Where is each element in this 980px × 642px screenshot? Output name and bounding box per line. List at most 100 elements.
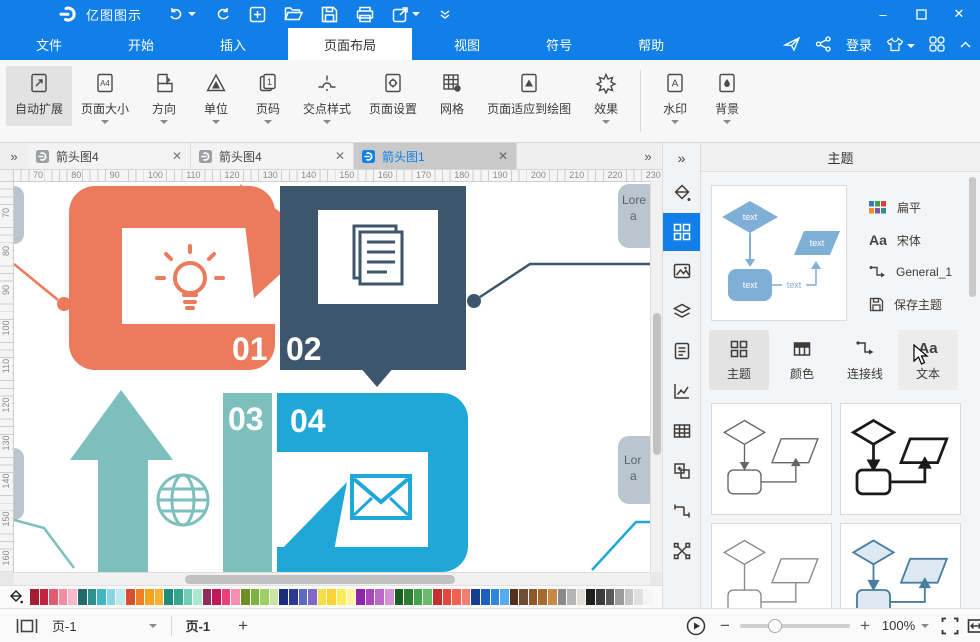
color-swatch[interactable] [481, 589, 490, 605]
open-file-button[interactable] [280, 4, 307, 24]
layers-tool[interactable] [663, 291, 701, 331]
color-swatch[interactable] [155, 589, 164, 605]
zoom-in-button[interactable]: + [860, 616, 870, 636]
color-swatch[interactable] [596, 589, 605, 605]
panel-tab-color[interactable]: 颜色 [772, 330, 832, 390]
color-swatch[interactable] [337, 589, 346, 605]
panel-tab-connector[interactable]: 连接线 [835, 330, 895, 390]
customize-toolbar-button[interactable] [434, 5, 456, 23]
color-swatch[interactable] [241, 589, 250, 605]
color-swatch[interactable] [366, 589, 375, 605]
color-swatch[interactable] [164, 589, 173, 605]
panel-tab-theme[interactable]: 主题 [709, 330, 769, 390]
color-swatch[interactable] [644, 589, 653, 605]
tabs-scroll-left-button[interactable]: » [0, 143, 28, 169]
color-swatch[interactable] [88, 589, 97, 605]
color-swatch[interactable] [107, 589, 116, 605]
export-button[interactable] [388, 4, 424, 25]
color-swatch[interactable] [510, 589, 519, 605]
collapse-ribbon-button[interactable] [959, 40, 972, 49]
color-swatch[interactable] [577, 589, 586, 605]
menu-insert[interactable]: 插入 [196, 28, 270, 60]
color-swatch[interactable] [212, 589, 221, 605]
theme-tool-active[interactable] [663, 213, 701, 251]
page-tab-active[interactable]: 页-1 [186, 616, 211, 635]
fit-width-button[interactable] [967, 617, 980, 635]
redo-button[interactable] [210, 4, 235, 24]
color-swatch[interactable] [462, 589, 471, 605]
color-swatch[interactable] [471, 589, 480, 605]
theme-thumbnail-4[interactable] [840, 523, 961, 608]
color-swatch[interactable] [327, 589, 336, 605]
theme-connector-option[interactable]: General_1 [869, 260, 952, 284]
presentation-play-button[interactable] [686, 616, 706, 636]
color-swatch[interactable] [519, 589, 528, 605]
doc-tab-3-active[interactable]: 箭头图1 ✕ [354, 143, 517, 169]
color-swatch[interactable] [260, 589, 269, 605]
new-document-button[interactable] [245, 4, 270, 25]
doc-tab-2[interactable]: 箭头图4 ✕ [191, 143, 354, 169]
color-swatch[interactable] [145, 589, 154, 605]
color-swatch[interactable] [40, 589, 49, 605]
color-swatch[interactable] [395, 589, 404, 605]
color-swatch[interactable] [500, 589, 509, 605]
connector-orange[interactable] [14, 264, 58, 300]
close-button[interactable]: ✕ [944, 2, 974, 26]
color-swatch[interactable] [452, 589, 461, 605]
color-swatch[interactable] [68, 589, 77, 605]
undo-button[interactable] [164, 4, 200, 24]
note-box-bottom-right[interactable]: Lor a [618, 436, 650, 504]
color-swatch[interactable] [184, 589, 193, 605]
close-tab-icon[interactable]: ✕ [498, 149, 508, 163]
note-box-top-right[interactable]: Lore a [618, 184, 650, 248]
panel-collapse-button[interactable]: » [663, 143, 701, 173]
note-stub-top-left[interactable] [14, 186, 24, 244]
ribbon-grid-button[interactable]: 网格 [426, 66, 478, 126]
close-tab-icon[interactable]: ✕ [172, 149, 182, 163]
ribbon-fit-page-to-drawing-button[interactable]: 页面适应到绘图 [478, 66, 580, 126]
menu-home[interactable]: 开始 [104, 28, 178, 60]
connector-teal[interactable] [14, 520, 74, 568]
color-swatch[interactable] [356, 589, 365, 605]
horizontal-scrollbar-thumb[interactable] [185, 575, 455, 584]
color-swatch[interactable] [375, 589, 384, 605]
color-swatch[interactable] [308, 589, 317, 605]
color-swatch[interactable] [174, 589, 183, 605]
menu-view[interactable]: 视图 [430, 28, 504, 60]
color-swatch[interactable] [59, 589, 68, 605]
color-swatch[interactable] [231, 589, 240, 605]
ribbon-units-button[interactable]: 单位 [190, 66, 242, 126]
ribbon-background-button[interactable]: 背景 [701, 66, 753, 126]
send-feedback-icon[interactable] [783, 36, 801, 52]
color-swatch[interactable] [78, 589, 87, 605]
drawing-canvas[interactable]: 01 02 [14, 182, 650, 572]
chart-tool[interactable] [663, 371, 701, 411]
color-swatch[interactable] [433, 589, 442, 605]
zoom-caret-icon[interactable] [921, 624, 929, 628]
vertical-scrollbar-thumb[interactable] [653, 313, 661, 455]
image-tool[interactable] [663, 251, 701, 291]
save-theme-option[interactable]: 保存主题 [869, 292, 942, 316]
theme-preview-card[interactable]: text text text text [711, 185, 847, 321]
export-caret-icon[interactable] [412, 12, 420, 16]
color-swatch[interactable] [548, 589, 557, 605]
ribbon-page-setup-button[interactable]: 页面设置 [360, 66, 426, 126]
color-swatch[interactable] [49, 589, 58, 605]
login-button[interactable]: 登录 [846, 35, 872, 54]
step-03-shape[interactable]: 03 [70, 390, 272, 572]
color-swatch[interactable] [414, 589, 423, 605]
table-tool[interactable] [663, 411, 701, 451]
zoom-value[interactable]: 100% [882, 618, 915, 633]
color-swatch[interactable] [347, 589, 356, 605]
color-swatch[interactable] [251, 589, 260, 605]
menu-page-layout[interactable]: 页面布局 [288, 28, 412, 60]
note-stub-bottom-left[interactable] [14, 448, 24, 520]
connector-style-tool[interactable] [663, 491, 701, 531]
color-swatch[interactable] [443, 589, 452, 605]
save-button[interactable] [317, 4, 342, 25]
connector-slate[interactable] [480, 264, 650, 297]
connector-orange-dot[interactable] [57, 297, 71, 311]
color-swatch[interactable] [30, 589, 39, 605]
theme-thumbnail-3[interactable] [711, 523, 832, 608]
ribbon-crossing-style-button[interactable]: 交点样式 [294, 66, 360, 126]
